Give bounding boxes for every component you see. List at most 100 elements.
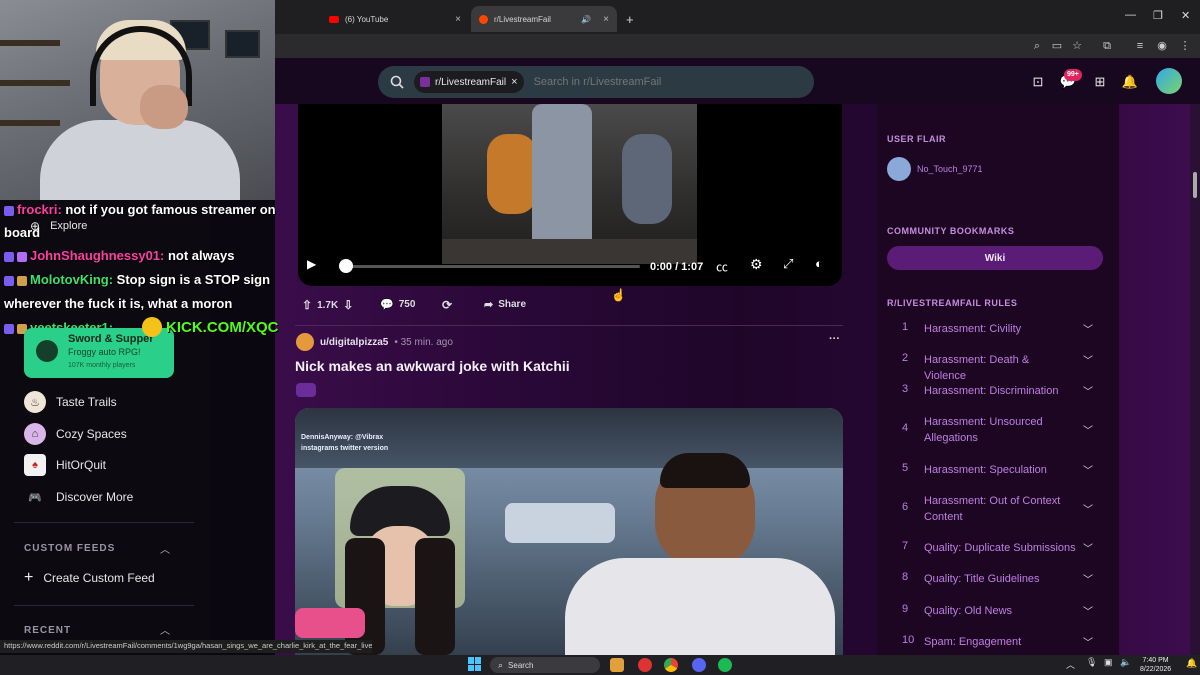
user-avatar[interactable] <box>1156 68 1182 94</box>
tray-chevron-icon[interactable]: ︿ <box>1066 658 1075 671</box>
tab-label: r/LivestreamFail <box>494 14 551 24</box>
spotify-icon[interactable] <box>718 658 732 672</box>
extensions-icon[interactable]: ⧉ <box>1100 39 1114 53</box>
close-window-icon[interactable]: ✕ <box>1181 9 1190 22</box>
vote-buttons[interactable]: ⇧ 1.7K ⇩ <box>302 298 353 312</box>
cast-icon[interactable]: ▭ <box>1050 39 1064 53</box>
comments-button[interactable]: 💬 750 <box>380 298 415 311</box>
search-bar[interactable]: r/LivestreamFail × <box>378 66 814 98</box>
minimize-icon[interactable]: — <box>1125 9 1136 21</box>
rule-item[interactable]: 6 Harassment: Out of Context Content ﹀ <box>887 493 1107 525</box>
zoom-icon[interactable]: ⌕ <box>1030 39 1044 53</box>
search-icon <box>390 75 404 89</box>
profile-icon[interactable]: ◉ <box>1155 39 1169 53</box>
subreddit-search-chip[interactable]: r/LivestreamFail × <box>414 71 524 93</box>
app-icon[interactable] <box>638 658 652 672</box>
post-title[interactable]: Nick makes an awkward joke with Katchii <box>295 358 570 374</box>
discord-icon[interactable] <box>692 658 706 672</box>
streamer-webcam <box>0 0 275 200</box>
speaker-icon[interactable]: 🔈 <box>1120 657 1131 668</box>
menu-dots-icon[interactable]: ⋮ <box>1178 39 1192 53</box>
chevron-up-icon[interactable]: ︿ <box>160 622 170 637</box>
search-icon: ⌕ <box>498 659 504 670</box>
comment-icon: 💬 <box>380 299 394 311</box>
chevron-down-icon: ﹀ <box>1083 466 1093 477</box>
fullscreen-icon[interactable]: ⤢ <box>783 256 793 272</box>
sidebar-item-cozy-spaces[interactable]: ⌂ Cozy Spaces <box>24 423 127 445</box>
rule-item[interactable]: 4 Harassment: Unsourced Allegations ﹀ <box>887 414 1107 446</box>
divider <box>295 325 843 326</box>
bell-icon[interactable]: 🔔 <box>1120 72 1140 92</box>
house-icon: ⌂ <box>24 423 46 445</box>
scrollbar-thumb[interactable] <box>1193 172 1197 198</box>
media-icon[interactable]: ≡ <box>1133 39 1147 53</box>
taskbar-clock[interactable]: 7:40 PM 8/22/2026 <box>1140 656 1171 674</box>
close-tab-icon[interactable]: × <box>603 14 609 25</box>
tab-livestreamfail[interactable]: r/LivestreamFail 🔊 × <box>471 6 617 32</box>
tab-youtube[interactable]: (6) YouTube × <box>321 6 469 32</box>
rule-item[interactable]: 1 Harassment: Civility ﹀ <box>887 321 1107 337</box>
chat-message: wherever the fuck it is, what a moron <box>4 296 233 311</box>
video-time: 0:00 / 1:07 <box>650 261 704 273</box>
frog-icon <box>36 340 58 362</box>
settings-gear-icon[interactable]: ⚙ <box>750 256 763 273</box>
post-video[interactable]: DennisAnyway: @Vibrax instagrams twitter… <box>295 408 843 655</box>
play-icon[interactable]: ▶ <box>307 257 316 271</box>
microphone-icon[interactable]: 🎙 <box>1086 657 1097 668</box>
author-link[interactable]: u/digitalpizza5 <box>320 337 388 348</box>
close-tab-icon[interactable]: × <box>455 14 461 25</box>
author-avatar[interactable] <box>296 333 314 351</box>
crosspost-button[interactable]: ⟳ <box>442 298 452 312</box>
taskbar-search[interactable]: ⌕ Search <box>490 657 600 673</box>
rule-item[interactable]: 2 Harassment: Death & Violence ﹀ <box>887 352 1107 382</box>
windows-taskbar <box>0 655 1200 675</box>
sidebar-item-hitorquit[interactable]: ♠ HitOrQuit <box>24 454 106 476</box>
twitch-flair-icon[interactable] <box>296 383 316 397</box>
rule-item[interactable]: 3 Harassment: Discrimination ﹀ <box>887 383 1107 399</box>
volume-icon[interactable]: ◐ <box>815 256 823 271</box>
chevron-down-icon: ﹀ <box>1083 356 1093 367</box>
more-options-button[interactable]: ··· <box>829 333 840 345</box>
maximize-icon[interactable]: ❐ <box>1153 9 1163 22</box>
search-input[interactable] <box>533 76 774 88</box>
user-flair[interactable]: No_Touch_9771 <box>887 157 983 181</box>
chat-message: frockri: not if you got famous streamer … <box>4 202 276 217</box>
network-icon[interactable]: ▣ <box>1104 657 1113 668</box>
sidebar-item-explore[interactable]: ⊕ Explore <box>30 219 87 233</box>
reddit-icon <box>479 14 488 24</box>
rule-item[interactable]: 8 Quality: Title Guidelines ﹀ <box>887 571 1107 587</box>
sidebar-item-taste-trails[interactable]: ♨ Taste Trails <box>24 391 117 413</box>
user-flair-heading: USER FLAIR <box>887 134 946 144</box>
rule-item[interactable]: 9 Quality: Old News ﹀ <box>887 603 1107 619</box>
bookmark-star-icon[interactable]: ☆ <box>1070 39 1084 53</box>
windows-start-icon[interactable] <box>468 657 482 671</box>
sidebar-item-discover-more[interactable]: 🎮 Discover More <box>24 486 133 508</box>
captions-icon[interactable]: ㏄ <box>716 258 728 275</box>
video-progress-bar[interactable] <box>346 265 640 268</box>
wiki-button[interactable]: Wiki <box>887 246 1103 270</box>
create-post-icon[interactable]: ⊞ <box>1090 72 1110 92</box>
rule-item[interactable]: 10 Spam: Engagement ﹀ <box>887 634 1107 650</box>
chevron-up-icon[interactable]: ︿ <box>160 541 170 556</box>
rule-item[interactable]: 5 Harassment: Speculation ﹀ <box>887 462 1107 478</box>
video-frame <box>442 104 697 264</box>
post-time: • 35 min. ago <box>394 336 453 348</box>
advertise-icon[interactable]: ⊡ <box>1028 72 1048 92</box>
flair-avatar <box>887 157 911 181</box>
youtube-icon <box>329 15 339 23</box>
video-scrub-handle[interactable] <box>339 259 353 273</box>
new-tab-button[interactable]: + <box>618 6 642 32</box>
rule-item[interactable]: 7 Quality: Duplicate Submissions ﹀ <box>887 540 1107 556</box>
speaker-icon[interactable]: 🔊 <box>581 15 591 24</box>
upvote-icon[interactable]: ⇧ <box>302 298 312 312</box>
remove-chip-icon[interactable]: × <box>511 76 517 88</box>
file-explorer-icon[interactable] <box>610 658 624 672</box>
downvote-icon[interactable]: ⇩ <box>343 298 353 312</box>
post-meta: u/digitalpizza5 • 35 min. ago <box>296 333 453 351</box>
share-button[interactable]: ➦ Share <box>484 298 526 311</box>
create-custom-feed-button[interactable]: + Create Custom Feed <box>24 569 155 587</box>
notification-bell-icon[interactable]: 🔔 <box>1186 658 1197 669</box>
chrome-icon[interactable] <box>664 658 678 672</box>
notification-count-badge: 99+ <box>1064 69 1082 81</box>
chevron-down-icon: ﹀ <box>1083 544 1093 555</box>
